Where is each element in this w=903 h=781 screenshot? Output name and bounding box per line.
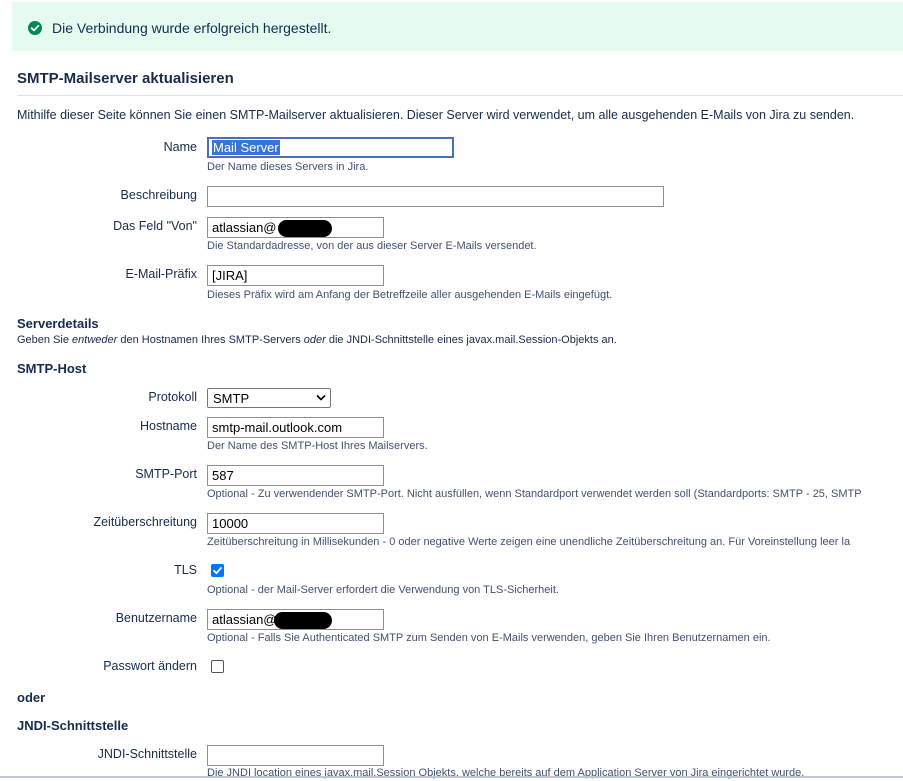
protocol-label: Protokoll (148, 390, 197, 404)
from-label: Das Feld "Von" (113, 219, 197, 233)
username-description: Optional - Falls Sie Authenticated SMTP … (207, 632, 771, 644)
description-input[interactable] (207, 186, 664, 207)
username-label: Benutzername (115, 611, 197, 625)
server-details-heading: Serverdetails (17, 316, 99, 331)
jndi-heading: JNDI-Schnittstelle (17, 718, 129, 733)
from-description: Die Standardadresse, von der aus dieser … (207, 240, 537, 252)
smtp-port-input[interactable] (207, 465, 384, 486)
page-title: SMTP-Mailserver aktualisieren (17, 70, 234, 87)
change-password-label: Passwort ändern (103, 659, 197, 673)
server-details-description: Geben Sie entweder den Hostnamen Ihres S… (17, 334, 617, 346)
timeout-input[interactable] (207, 513, 384, 534)
timeout-label: Zeitüberschreitung (93, 515, 197, 529)
tls-checkbox[interactable] (211, 564, 224, 577)
title-divider (17, 95, 903, 96)
username-input-value: atlassian@ (212, 612, 277, 627)
page-bottom-divider (0, 776, 903, 778)
name-input-value: Mail Server (212, 140, 280, 155)
name-label: Name (163, 140, 197, 154)
jndi-input[interactable] (207, 745, 384, 766)
hostname-label: Hostname (140, 419, 197, 433)
hostname-description: Der Name des SMTP-Host Ihres Mailservers… (207, 440, 428, 452)
smtp-port-description: Optional - Zu verwendender SMTP-Port. Ni… (207, 488, 862, 500)
prefix-input[interactable] (207, 265, 384, 286)
name-description: Der Name dieses Servers in Jira. (207, 161, 369, 173)
smtp-host-heading: SMTP-Host (17, 361, 87, 376)
prefix-label: E-Mail-Präfix (125, 267, 197, 281)
tls-label: TLS (174, 563, 197, 577)
success-message: Die Verbindung wurde erfolgreich hergest… (12, 2, 903, 51)
success-message-text: Die Verbindung wurde erfolgreich hergest… (52, 20, 332, 36)
page-intro: Mithilfe dieser Seite können Sie einen S… (17, 108, 855, 122)
checkmark-icon (213, 567, 222, 575)
name-input[interactable]: Mail Server (207, 137, 454, 158)
or-separator: oder (17, 690, 46, 705)
redaction-mark (274, 612, 332, 629)
jndi-label: JNDI-Schnittstelle (97, 747, 197, 761)
from-input-value: atlassian@ (212, 220, 277, 235)
hostname-input[interactable] (207, 417, 384, 438)
description-label: Beschreibung (120, 188, 197, 202)
timeout-description: Zeitüberschreitung in Millisekunden - 0 … (207, 536, 851, 548)
check-circle-icon (28, 21, 42, 35)
change-password-checkbox[interactable] (211, 660, 224, 673)
tls-description: Optional - der Mail-Server erfordert die… (207, 584, 559, 596)
protocol-select-value: SMTP (213, 391, 250, 406)
smtp-port-label: SMTP-Port (135, 467, 197, 481)
redaction-mark (278, 220, 332, 237)
protocol-select[interactable]: SMTP (207, 388, 331, 408)
chevron-down-icon (316, 394, 326, 401)
prefix-description: Dieses Präfix wird am Anfang der Betreff… (207, 289, 613, 301)
